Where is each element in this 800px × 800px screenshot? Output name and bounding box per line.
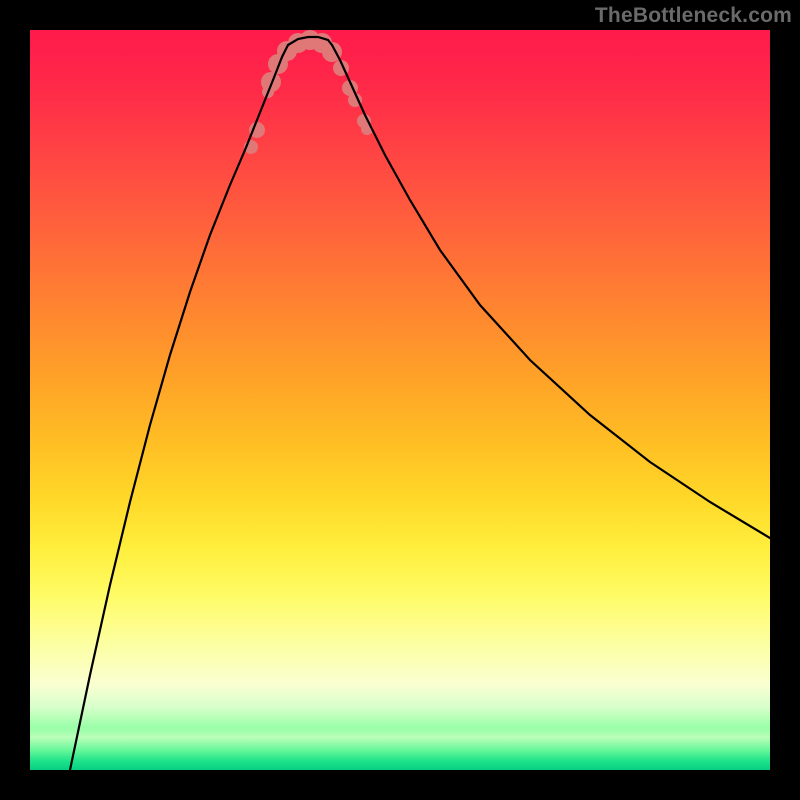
plot-area (30, 30, 770, 770)
curve-left (70, 45, 288, 770)
chart-frame: TheBottleneck.com (0, 0, 800, 800)
curve-layer (30, 30, 770, 770)
valley-dot (261, 72, 281, 92)
watermark-text: TheBottleneck.com (595, 4, 792, 28)
curve-right (332, 45, 770, 538)
